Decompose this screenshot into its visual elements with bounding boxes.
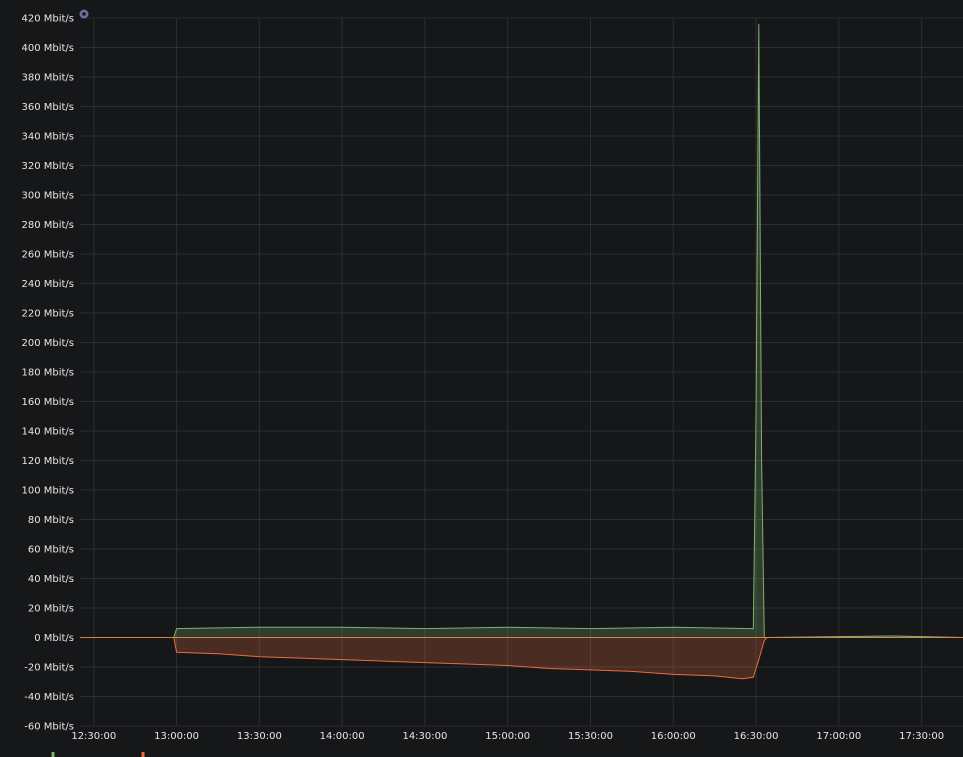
y-tick-label: 340 Mbit/s [21,132,74,143]
y-tick-label: 300 Mbit/s [21,191,74,202]
y-tick-label: 80 Mbit/s [28,515,74,526]
y-tick-label: 320 Mbit/s [21,161,74,172]
y-tick-label: -20 Mbit/s [24,663,74,674]
x-tick-label: 17:30:00 [899,731,944,742]
y-tick-label: 240 Mbit/s [21,279,74,290]
y-tick-label: 40 Mbit/s [28,574,74,585]
y-tick-label: 420 Mbit/s [21,14,74,25]
y-tick-label: 20 Mbit/s [28,604,74,615]
x-tick-label: 13:30:00 [237,731,282,742]
y-tick-label: 380 Mbit/s [21,73,74,84]
x-tick-label: 14:30:00 [402,731,447,742]
chart: 420 Mbit/s 400 Mbit/s 380 Mbit/s 360 Mbit/s… [0,0,963,757]
y-tick-label: 200 Mbit/s [21,338,74,349]
x-tick-label: 17:00:00 [816,731,861,742]
gear-icon-center [82,12,86,16]
y-tick-label: 0 Mbit/s [34,633,74,644]
y-tick-label: -40 Mbit/s [24,692,74,703]
y-tick-label: 100 Mbit/s [21,486,74,497]
y-tick-label: 220 Mbit/s [21,309,74,320]
x-tick-label: 14:00:00 [320,731,365,742]
x-tick-label: 16:30:00 [734,731,779,742]
y-tick-label: 360 Mbit/s [21,102,74,113]
y-tick-label: 260 Mbit/s [21,250,74,261]
y-tick-label: 180 Mbit/s [21,368,74,379]
x-tick-label: 12:30:00 [71,731,116,742]
x-tick-label: 13:00:00 [154,731,199,742]
y-tick-label: 120 Mbit/s [21,456,74,467]
y-tick-label: -60 Mbit/s [24,722,74,733]
x-tick-label: 16:00:00 [651,731,696,742]
y-tick-label: 60 Mbit/s [28,545,74,556]
y-tick-label: 280 Mbit/s [21,220,74,231]
x-tick-label: 15:00:00 [485,731,530,742]
x-tick-label: 15:30:00 [568,731,613,742]
y-tick-label: 160 Mbit/s [21,397,74,408]
settings-icon[interactable] [79,9,89,19]
y-tick-label: 140 Mbit/s [21,427,74,438]
y-tick-label: 400 Mbit/s [21,43,74,54]
